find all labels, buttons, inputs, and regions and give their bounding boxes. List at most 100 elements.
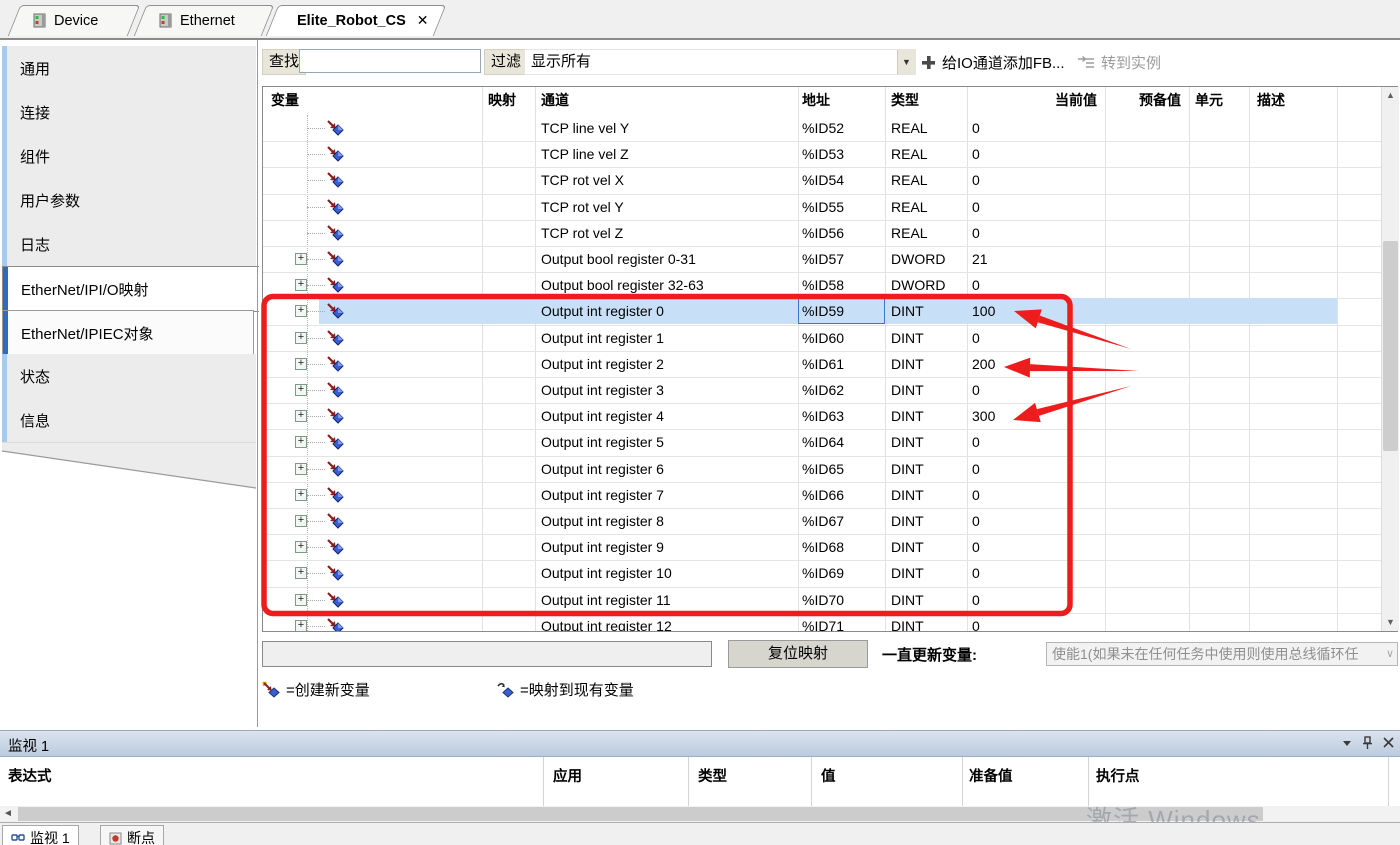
expand-toggle-icon[interactable]: + — [295, 279, 307, 291]
vertical-scrollbar[interactable]: ▲ ▼ — [1381, 87, 1399, 631]
reset-mapping-button[interactable]: 复位映射 — [728, 640, 868, 668]
watch-column-4[interactable]: 值 — [821, 765, 836, 786]
io-cell-channel: TCP rot vel Y — [541, 194, 624, 220]
table-row[interactable]: + Output int register 7%ID66DINT0 — [263, 482, 1381, 509]
watch-column-1[interactable]: 表达式 — [8, 765, 52, 786]
pin-icon[interactable] — [1362, 736, 1373, 749]
table-row[interactable]: + Output int register 10%ID69DINT0 — [263, 560, 1381, 587]
scroll-up-button[interactable]: ▲ — [1382, 87, 1399, 104]
tree-connector — [307, 180, 325, 181]
column-header-8[interactable]: 单元 — [1195, 87, 1223, 114]
scrollbar-thumb[interactable] — [18, 807, 1263, 821]
scroll-down-button[interactable]: ▼ — [1382, 614, 1399, 631]
table-row[interactable]: TCP line vel Z%ID53REAL0 — [263, 141, 1381, 168]
io-cell-channel: Output bool register 0-31 — [541, 246, 696, 272]
table-row[interactable]: TCP rot vel Y%ID55REAL0 — [263, 194, 1381, 221]
application-window: Device Ethernet Elite_Robot_CS ✕ 通用连接组件用… — [0, 0, 1400, 845]
expand-toggle-icon[interactable]: + — [295, 594, 307, 606]
table-row[interactable]: + Output int register 12%ID71DINT0 — [263, 613, 1381, 631]
sidebar-item-5[interactable]: 日志 — [2, 222, 256, 267]
expand-toggle-icon[interactable]: + — [295, 305, 307, 317]
expand-toggle-icon[interactable]: + — [295, 620, 307, 631]
column-header-5[interactable]: 类型 — [891, 87, 919, 114]
panel-divider — [257, 40, 258, 727]
document-tab-device[interactable]: Device — [14, 5, 134, 36]
table-row[interactable]: + Output int register 5%ID64DINT0 — [263, 429, 1381, 456]
column-header-1[interactable]: 变量 — [271, 87, 299, 114]
sidebar-item-7[interactable]: EtherNet/IPIEC对象 — [2, 310, 254, 356]
column-header-2[interactable]: 映射 — [488, 87, 516, 114]
table-row[interactable]: TCP line vel Y%ID52REAL0 — [263, 115, 1381, 142]
watch-panel-titlebar: 监视 1 — [0, 730, 1400, 757]
table-row[interactable]: + Output int register 6%ID65DINT0 — [263, 456, 1381, 483]
plus-icon — [921, 55, 936, 70]
table-row[interactable]: + Output int register 2%ID61DINT200 — [263, 351, 1381, 378]
table-row[interactable]: + Output int register 9%ID68DINT0 — [263, 534, 1381, 561]
tree-connector — [307, 416, 325, 417]
watch-column-6[interactable]: 执行点 — [1096, 765, 1140, 786]
find-input[interactable] — [299, 49, 481, 73]
column-header-7[interactable]: 预备值 — [1139, 87, 1181, 114]
expand-toggle-icon[interactable]: + — [295, 253, 307, 265]
filter-dropdown[interactable]: 显示所有 ▼ — [524, 49, 916, 75]
io-cell-channel: TCP line vel Z — [541, 141, 629, 167]
expand-toggle-icon[interactable]: + — [295, 489, 307, 501]
table-row[interactable]: + Output bool register 32-63%ID58DWORD0 — [263, 272, 1381, 299]
goto-instance-icon — [1077, 55, 1095, 70]
expand-toggle-icon[interactable]: + — [295, 515, 307, 527]
table-row[interactable]: + Output int register 0%ID59DINT100 — [263, 298, 1381, 325]
tab-close-icon[interactable]: ✕ — [417, 12, 429, 29]
dropdown-arrow-icon[interactable] — [1342, 738, 1352, 748]
chevron-down-icon[interactable]: ▼ — [897, 50, 915, 74]
table-row[interactable]: + Output int register 3%ID62DINT0 — [263, 377, 1381, 404]
watch-column-3[interactable]: 类型 — [698, 765, 727, 786]
watch-column-2[interactable]: 应用 — [553, 765, 582, 786]
column-header-6[interactable]: 当前值 — [1055, 87, 1097, 114]
io-cell-current-value: 21 — [972, 246, 988, 272]
expand-toggle-icon[interactable]: + — [295, 567, 307, 579]
scroll-left-button[interactable]: ◄ — [0, 806, 16, 822]
column-header-4[interactable]: 地址 — [802, 87, 830, 114]
table-row[interactable]: + Output int register 8%ID67DINT0 — [263, 508, 1381, 535]
mapping-variable-input[interactable] — [262, 641, 712, 667]
table-row[interactable]: TCP rot vel Z%ID56REAL0 — [263, 220, 1381, 247]
sidebar-item-8[interactable]: 状态 — [2, 354, 256, 399]
table-row[interactable]: + Output int register 4%ID63DINT300 — [263, 403, 1381, 430]
sidebar-item-6[interactable]: EtherNet/IPI/O映射 — [2, 266, 259, 312]
expand-toggle-icon[interactable]: + — [295, 436, 307, 448]
expand-toggle-icon[interactable]: + — [295, 463, 307, 475]
expand-toggle-icon[interactable]: + — [295, 541, 307, 553]
bottom-tab-2[interactable]: 断点 — [100, 825, 164, 845]
table-row[interactable]: + Output int register 1%ID60DINT0 — [263, 325, 1381, 352]
io-cell-type: DINT — [891, 560, 924, 586]
document-tab-ethernet[interactable]: Ethernet — [140, 5, 268, 36]
add-fb-button[interactable]: 给IO通道添加FB... — [921, 49, 1065, 75]
sidebar-item-strip — [2, 354, 7, 398]
grid-line — [1088, 757, 1089, 806]
scrollbar-thumb[interactable] — [1383, 241, 1398, 451]
watch-table-header: 表达式 应用 类型 值 准备值 执行点 — [0, 757, 1400, 806]
document-tab-elite_robot_cs[interactable]: Elite_Robot_CS ✕ — [272, 5, 440, 36]
table-row[interactable]: + Output int register 11%ID70DINT0 — [263, 587, 1381, 614]
sidebar-item-3[interactable]: 组件 — [2, 134, 256, 179]
expand-toggle-icon[interactable]: + — [295, 384, 307, 396]
sidebar-item-2[interactable]: 连接 — [2, 90, 256, 135]
watch-column-5[interactable]: 准备值 — [969, 765, 1013, 786]
table-row[interactable]: + Output bool register 0-31%ID57DWORD21 — [263, 246, 1381, 273]
expand-toggle-icon[interactable]: + — [295, 358, 307, 370]
sidebar-item-1[interactable]: 通用 — [2, 46, 256, 91]
document-tab-strip: Device Ethernet Elite_Robot_CS ✕ — [0, 0, 1400, 40]
expand-toggle-icon[interactable]: + — [295, 332, 307, 344]
io-cell-current-value: 0 — [972, 115, 980, 141]
goto-instance-button[interactable]: 转到实例 — [1077, 49, 1161, 75]
column-header-9[interactable]: 描述 — [1257, 87, 1285, 114]
expand-toggle-icon[interactable]: + — [295, 410, 307, 422]
column-header-3[interactable]: 通道 — [541, 87, 569, 114]
close-icon[interactable] — [1383, 737, 1394, 748]
table-row[interactable]: TCP rot vel X%ID54REAL0 — [263, 167, 1381, 194]
update-mode-dropdown[interactable]: 使能1(如果未在任何任务中使用则使用总线循环任 ∨ — [1046, 642, 1398, 666]
sidebar-item-9[interactable]: 信息 — [2, 398, 256, 443]
sidebar-item-4[interactable]: 用户参数 — [2, 178, 256, 223]
bottom-tab-1[interactable]: 监视 1 — [2, 825, 79, 845]
tree-connector — [307, 573, 325, 574]
